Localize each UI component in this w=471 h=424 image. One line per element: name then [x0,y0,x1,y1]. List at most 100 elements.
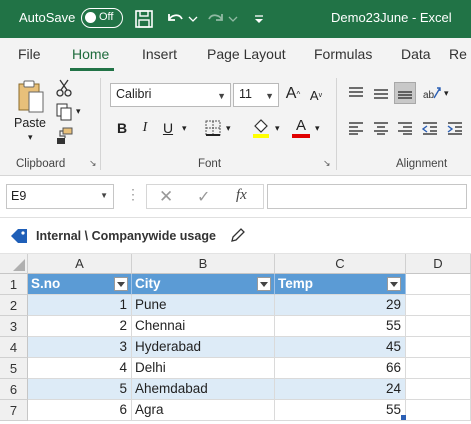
align-middle-icon[interactable] [371,84,391,102]
filter-dropdown-icon[interactable] [114,277,128,291]
enter-icon[interactable]: ✓ [197,187,210,207]
bold-button[interactable]: B [114,118,130,138]
column-header-d[interactable]: D [406,254,471,274]
fill-color-icon[interactable] [250,117,272,139]
save-icon[interactable] [131,6,157,32]
cell-sno[interactable]: 2 [28,316,132,337]
row-header-4[interactable]: 4 [0,337,28,358]
font-color-dropdown-icon[interactable]: ▾ [315,123,320,134]
cell-sno[interactable]: 3 [28,337,132,358]
font-family-select[interactable]: Calibri ▼ [110,83,231,107]
tab-review[interactable]: Re [449,46,467,62]
cell-city[interactable]: Chennai [132,316,275,337]
cell-temp[interactable]: 66 [275,358,406,379]
cell-city[interactable]: Agra [132,400,275,421]
orientation-dropdown-icon[interactable]: ▾ [444,88,449,99]
paste-icon[interactable] [14,78,48,116]
cut-icon[interactable] [54,78,74,98]
cell-d2[interactable] [406,295,471,316]
table-header-temp[interactable]: Temp [275,274,406,295]
table-header-sno[interactable]: S.no [28,274,132,295]
cell-sno[interactable]: 6 [28,400,132,421]
worksheet-grid[interactable]: A B C D 1 2 3 4 5 6 7 S.no City Temp 1 P… [0,254,471,424]
name-box[interactable]: E9 ▼ [6,184,114,209]
cell-city[interactable]: Hyderabad [132,337,275,358]
clipboard-launcher-icon[interactable]: ↘ [89,158,97,169]
undo-dropdown-icon[interactable] [186,6,200,32]
cell-d1[interactable] [406,274,471,295]
sensitivity-label[interactable]: Internal \ Companywide usage [36,229,216,243]
tab-page-layout[interactable]: Page Layout [207,46,286,62]
cell-d7[interactable] [406,400,471,421]
font-size-select[interactable]: 11 ▼ [233,83,279,107]
cell-temp[interactable]: 55 [275,316,406,337]
column-header-c[interactable]: C [275,254,406,274]
table-resize-handle[interactable] [401,415,406,420]
align-left-icon[interactable] [346,119,366,137]
align-top-icon[interactable] [346,84,366,102]
underline-dropdown-icon[interactable]: ▾ [182,123,187,134]
cancel-icon[interactable]: ✕ [159,187,173,207]
select-all-corner[interactable] [0,254,28,274]
italic-button[interactable]: I [138,118,152,138]
row-header-3[interactable]: 3 [0,316,28,337]
insert-function-icon[interactable]: fx [236,187,247,204]
formula-input[interactable] [267,184,467,209]
copy-dropdown-icon[interactable]: ▾ [76,106,81,117]
customize-quick-access-icon[interactable] [246,6,272,32]
tab-home[interactable]: Home [72,46,109,62]
cell-d5[interactable] [406,358,471,379]
borders-icon[interactable] [203,119,223,137]
format-painter-icon[interactable] [54,126,74,146]
font-launcher-icon[interactable]: ↘ [323,158,331,169]
table-header-city[interactable]: City [132,274,275,295]
autosave-toggle[interactable]: Off [81,8,123,28]
column-header-b[interactable]: B [132,254,275,274]
redo-dropdown-icon[interactable] [226,6,240,32]
drag-handle-icon[interactable]: ⋮ [126,186,140,203]
shrink-font-icon[interactable]: Av [307,86,325,104]
paste-label[interactable]: Paste [14,116,46,130]
cell-d3[interactable] [406,316,471,337]
undo-icon[interactable] [162,6,188,32]
cell-sno[interactable]: 1 [28,295,132,316]
underline-button[interactable]: U [160,118,176,138]
tab-insert[interactable]: Insert [142,46,177,62]
filter-dropdown-icon[interactable] [257,277,271,291]
cell-city[interactable]: Ahemdabad [132,379,275,400]
cell-sno[interactable]: 4 [28,358,132,379]
align-center-icon[interactable] [371,119,391,137]
cell-d6[interactable] [406,379,471,400]
decrease-indent-icon[interactable] [420,119,440,137]
borders-dropdown-icon[interactable]: ▾ [226,123,231,134]
fill-color-dropdown-icon[interactable]: ▾ [275,123,280,134]
row-header-1[interactable]: 1 [0,274,28,295]
tab-data[interactable]: Data [401,46,431,62]
svg-text:ab: ab [423,90,435,101]
increase-indent-icon[interactable] [445,119,465,137]
align-bottom-icon[interactable] [394,82,416,104]
edit-pencil-icon[interactable] [230,227,246,246]
column-header-a[interactable]: A [28,254,132,274]
grow-font-icon[interactable]: A ^ [283,84,303,104]
tab-formulas[interactable]: Formulas [314,46,372,62]
cell-temp[interactable]: 45 [275,337,406,358]
row-header-2[interactable]: 2 [0,295,28,316]
orientation-icon[interactable]: ab [421,82,443,104]
paste-dropdown-icon[interactable]: ▾ [28,132,33,143]
align-right-icon[interactable] [395,119,415,137]
tab-file[interactable]: File [18,46,41,62]
cell-temp[interactable]: 55 [275,400,406,421]
copy-icon[interactable] [54,102,74,122]
cell-temp[interactable]: 24 [275,379,406,400]
cell-city[interactable]: Delhi [132,358,275,379]
font-color-icon[interactable]: A [290,116,312,140]
cell-temp[interactable]: 29 [275,295,406,316]
cell-d4[interactable] [406,337,471,358]
cell-sno[interactable]: 5 [28,379,132,400]
row-header-5[interactable]: 5 [0,358,28,379]
cell-city[interactable]: Pune [132,295,275,316]
row-header-6[interactable]: 6 [0,379,28,400]
row-header-7[interactable]: 7 [0,400,28,421]
filter-dropdown-icon[interactable] [387,277,401,291]
